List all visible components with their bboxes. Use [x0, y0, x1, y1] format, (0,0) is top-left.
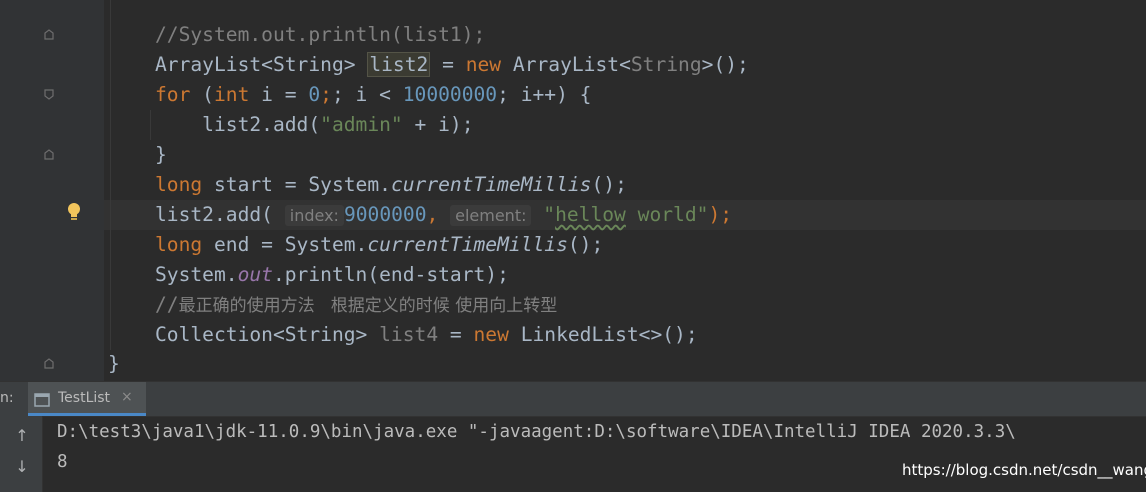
indent-guide	[150, 110, 151, 140]
code-line-2[interactable]: ArrayList<String> list2 = new ArrayList<…	[155, 50, 749, 80]
run-panel-header: n: TestList ×	[0, 382, 1146, 417]
watermark: https://blog.csdn.net/csdn__wang	[902, 461, 1146, 479]
fold-marker-icon[interactable]	[44, 149, 54, 160]
code-editor[interactable]: //System.out.println(list1); ArrayList<S…	[0, 0, 1146, 381]
highlighted-identifier: list2	[367, 52, 431, 77]
console-output-line: D:\test3\java1\jdk-11.0.9\bin\java.exe "…	[57, 422, 1016, 442]
fold-marker-icon[interactable]	[44, 358, 54, 369]
tab-label: TestList	[58, 390, 111, 406]
code-line-10[interactable]: //最正确的使用方法 根据定义的时候 使用向上转型	[155, 290, 557, 320]
code-line-1[interactable]: //System.out.println(list1);	[155, 20, 485, 50]
close-icon[interactable]: ×	[121, 389, 133, 405]
code-line-4[interactable]: list2.add("admin" + i);	[155, 110, 473, 140]
code-line-12[interactable]: }	[108, 349, 120, 379]
console-tab-icon	[34, 392, 50, 407]
fold-marker-icon[interactable]	[44, 29, 54, 40]
code-line-5[interactable]: }	[155, 140, 167, 170]
editor-gutter	[0, 0, 104, 381]
lightbulb-icon[interactable]	[66, 202, 82, 222]
code-line-3[interactable]: for (int i = 0;; i < 10000000; i++) {	[155, 80, 591, 110]
code-line-9[interactable]: System.out.println(end-start);	[155, 260, 509, 290]
run-toolbar: ↑ ↓	[0, 416, 43, 492]
parameter-hint-element: element:	[450, 205, 532, 226]
code-line-7[interactable]: list2.add( index: 9000000, element: "hell…	[155, 200, 732, 230]
code-line-11[interactable]: Collection<String> list4 = new LinkedLis…	[155, 320, 698, 350]
scroll-up-icon[interactable]: ↑	[13, 427, 31, 445]
typo-word: hellow	[555, 203, 626, 226]
tab-testlist[interactable]: TestList ×	[28, 382, 146, 416]
scroll-down-icon[interactable]: ↓	[13, 458, 31, 476]
fold-marker-icon[interactable]	[44, 89, 54, 100]
parameter-hint-index: index:	[284, 205, 344, 226]
run-panel-label: n:	[0, 390, 14, 406]
console-output-line: 8	[57, 452, 68, 472]
code-line-8[interactable]: long end = System.currentTimeMillis();	[155, 230, 603, 260]
code-line-6[interactable]: long start = System.currentTimeMillis();	[155, 170, 627, 200]
indent-guide	[110, 0, 111, 350]
